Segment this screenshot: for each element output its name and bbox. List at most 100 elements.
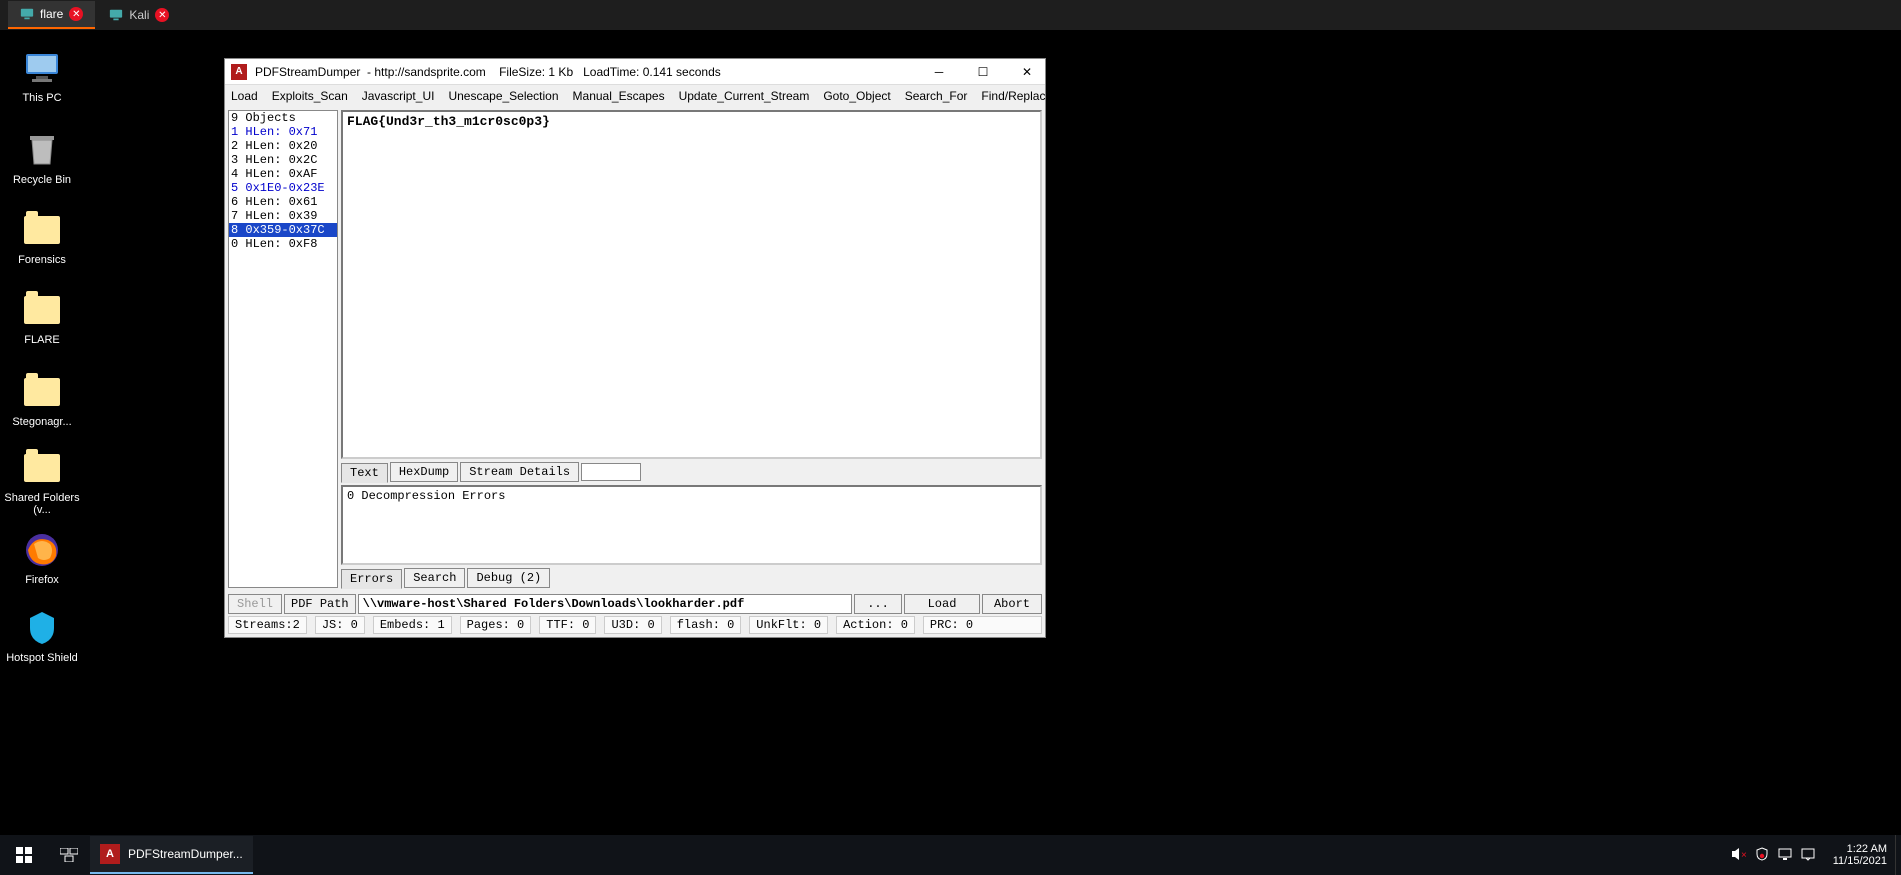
notifications-icon[interactable] xyxy=(1801,847,1815,864)
close-icon[interactable]: ✕ xyxy=(155,8,169,22)
status-ttf: TTF: 0 xyxy=(539,616,596,634)
taskbar-app-pdfstreamdumper[interactable]: A PDFStreamDumper... xyxy=(90,836,253,874)
content-column: FLAG{Und3r_th3_m1cr0sc0p3} Text HexDump … xyxy=(341,110,1042,588)
load-button[interactable]: Load xyxy=(904,594,980,614)
desktop-icon-this-pc[interactable]: This PC xyxy=(4,48,80,104)
menubar: Load Exploits_Scan Javascript_UI Unescap… xyxy=(225,85,1045,107)
desktop-icon-forensics[interactable]: Forensics xyxy=(4,210,80,266)
close-button[interactable]: ✕ xyxy=(1009,59,1045,85)
tab-text[interactable]: Text xyxy=(341,463,388,483)
icon-label: Shared Folders (v... xyxy=(4,492,80,516)
icon-label: Recycle Bin xyxy=(13,174,71,186)
shell-button[interactable]: Shell xyxy=(228,594,282,614)
menu-tools[interactable]: Tools xyxy=(1066,89,1094,103)
tab-hexdump[interactable]: HexDump xyxy=(390,462,458,482)
svg-text:×: × xyxy=(1741,850,1747,861)
object-list[interactable]: 9 Objects 1 HLen: 0x71 2 HLen: 0x20 3 HL… xyxy=(228,110,338,588)
menu-goto-object[interactable]: Goto_Object xyxy=(823,89,890,103)
menu-search-for[interactable]: Search_For xyxy=(905,89,968,103)
status-js: JS: 0 xyxy=(315,616,365,634)
volume-icon[interactable]: × xyxy=(1731,847,1747,864)
start-button[interactable] xyxy=(0,835,48,875)
desktop-icon-stego[interactable]: Stegonagr... xyxy=(4,372,80,428)
monitor-icon xyxy=(109,8,123,22)
tab-debug[interactable]: Debug (2) xyxy=(467,568,550,588)
titlebar[interactable]: A PDFStreamDumper - http://sandsprite.co… xyxy=(225,59,1045,85)
monitor-icon xyxy=(20,7,34,21)
tab-search[interactable]: Search xyxy=(404,568,465,588)
desktop-icon-firefox[interactable]: Firefox xyxy=(4,530,80,586)
recycle-bin-icon xyxy=(22,130,62,170)
status-prc: PRC: 0 xyxy=(923,616,1042,634)
taskbar-app-label: PDFStreamDumper... xyxy=(128,847,243,861)
desktop-icon-shared[interactable]: Shared Folders (v... xyxy=(4,448,80,516)
app-window: A PDFStreamDumper - http://sandsprite.co… xyxy=(224,58,1046,638)
mini-input[interactable] xyxy=(581,463,641,481)
object-list-row[interactable]: 6 HLen: 0x61 xyxy=(229,195,337,209)
vm-tab-kali[interactable]: Kali ✕ xyxy=(97,1,181,29)
app-icon: A xyxy=(100,844,120,864)
windows-icon xyxy=(16,847,32,863)
error-tabs: Errors Search Debug (2) xyxy=(341,568,1042,588)
object-list-row[interactable]: 1 HLen: 0x71 xyxy=(229,125,337,139)
system-tray[interactable]: × xyxy=(1721,847,1825,864)
menu-unescape-selection[interactable]: Unescape_Selection xyxy=(448,89,558,103)
abort-button[interactable]: Abort xyxy=(982,594,1042,614)
desktop-icon-flare[interactable]: FLARE xyxy=(4,290,80,346)
icon-label: Firefox xyxy=(25,574,59,586)
status-flash: flash: 0 xyxy=(670,616,742,634)
browse-button[interactable]: ... xyxy=(854,594,902,614)
shield-icon xyxy=(22,608,62,648)
icon-label: Stegonagr... xyxy=(12,416,71,428)
maximize-button[interactable]: ☐ xyxy=(965,59,1001,85)
close-icon[interactable]: ✕ xyxy=(69,7,83,21)
object-list-header: 9 Objects xyxy=(229,111,337,125)
show-desktop-button[interactable] xyxy=(1895,835,1901,875)
menu-javascript-ui[interactable]: Javascript_UI xyxy=(362,89,435,103)
object-list-row[interactable]: 2 HLen: 0x20 xyxy=(229,139,337,153)
network-icon[interactable] xyxy=(1777,847,1793,864)
menu-exploits-scan[interactable]: Exploits_Scan xyxy=(272,89,348,103)
icon-label: FLARE xyxy=(24,334,59,346)
folder-icon xyxy=(22,290,62,330)
taskbar-clock[interactable]: 1:22 AM 11/15/2021 xyxy=(1825,843,1895,867)
taskbar: A PDFStreamDumper... × 1:22 AM 11/15/202… xyxy=(0,835,1901,875)
icon-label: This PC xyxy=(22,92,61,104)
object-list-row-selected[interactable]: 8 0x359-0x37C xyxy=(229,223,337,237)
status-pages: Pages: 0 xyxy=(460,616,532,634)
menu-help-videos[interactable]: Help_Videos xyxy=(1108,89,1176,103)
tab-errors[interactable]: Errors xyxy=(341,569,402,589)
vm-tab-label: flare xyxy=(40,7,63,21)
stream-content-textarea[interactable]: FLAG{Und3r_th3_m1cr0sc0p3} xyxy=(341,110,1042,459)
status-streams: Streams:2 xyxy=(228,616,307,634)
vm-tab-label: Kali xyxy=(129,8,149,22)
tab-stream-details[interactable]: Stream Details xyxy=(460,462,579,482)
task-view-icon xyxy=(60,848,78,862)
vm-tab-flare[interactable]: flare ✕ xyxy=(8,1,95,29)
main-area: 9 Objects 1 HLen: 0x71 2 HLen: 0x20 3 HL… xyxy=(225,107,1045,591)
minimize-button[interactable]: ─ xyxy=(921,59,957,85)
desktop-icon-recycle-bin[interactable]: Recycle Bin xyxy=(4,130,80,186)
menu-manual-escapes[interactable]: Manual_Escapes xyxy=(573,89,665,103)
task-view-button[interactable] xyxy=(48,848,90,862)
desktop-icon-hotspot[interactable]: Hotspot Shield xyxy=(4,608,80,664)
object-list-row[interactable]: 5 0x1E0-0x23E xyxy=(229,181,337,195)
security-icon[interactable] xyxy=(1755,847,1769,864)
window-title: PDFStreamDumper - http://sandsprite.com … xyxy=(255,65,913,79)
bottom-bar: Shell PDF Path ... Load Abort Streams:2 … xyxy=(225,591,1045,637)
object-list-row[interactable]: 4 HLen: 0xAF xyxy=(229,167,337,181)
firefox-icon xyxy=(22,530,62,570)
path-row: Shell PDF Path ... Load Abort xyxy=(228,594,1042,614)
menu-find-replace[interactable]: Find/Replace xyxy=(981,89,1052,103)
menu-update-current-stream[interactable]: Update_Current_Stream xyxy=(679,89,810,103)
clock-time: 1:22 AM xyxy=(1833,843,1887,855)
pdf-path-input[interactable] xyxy=(358,594,852,614)
menu-load[interactable]: Load xyxy=(231,89,258,103)
object-list-row[interactable]: 3 HLen: 0x2C xyxy=(229,153,337,167)
icon-label: Forensics xyxy=(18,254,66,266)
object-list-row[interactable]: 0 HLen: 0xF8 xyxy=(229,237,337,251)
errors-textarea[interactable]: 0 Decompression Errors xyxy=(341,485,1042,565)
status-u3d: U3D: 0 xyxy=(604,616,661,634)
status-action: Action: 0 xyxy=(836,616,915,634)
object-list-row[interactable]: 7 HLen: 0x39 xyxy=(229,209,337,223)
